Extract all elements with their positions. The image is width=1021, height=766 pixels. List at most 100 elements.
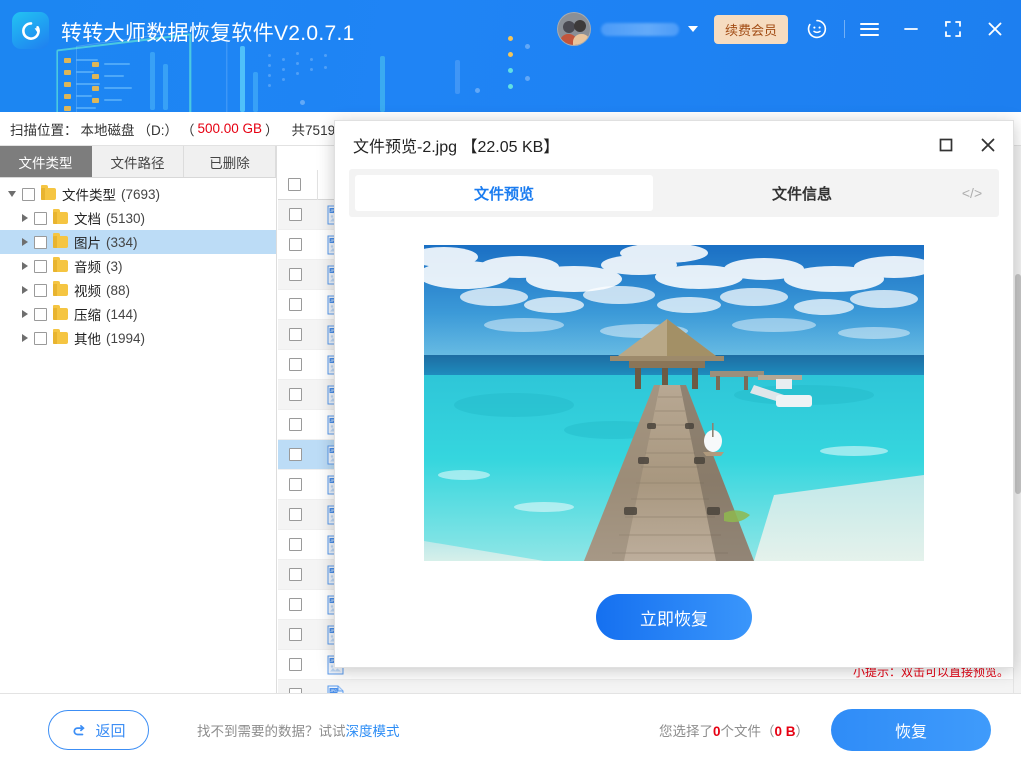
jpg-file-icon: JPG	[327, 685, 344, 694]
undo-arrow-icon	[71, 722, 88, 739]
tab-file-preview[interactable]: 文件预览	[355, 175, 653, 211]
deep-mode-link[interactable]: 深度模式	[346, 724, 400, 739]
avatar[interactable]	[557, 12, 591, 46]
row-checkbox-cell[interactable]	[278, 538, 318, 551]
tree-item-count: (334)	[106, 235, 138, 250]
tree-checkbox[interactable]	[34, 236, 47, 249]
chevron-down-icon[interactable]	[688, 26, 698, 32]
close-icon[interactable]	[977, 11, 1013, 47]
row-checkbox[interactable]	[289, 298, 302, 311]
file-list-scrollbar[interactable]	[1013, 146, 1021, 693]
row-checkbox-cell[interactable]	[278, 298, 318, 311]
tab-file-type[interactable]: 文件类型	[0, 146, 92, 177]
smiley-help-icon[interactable]	[806, 18, 828, 40]
folder-icon	[53, 308, 68, 320]
tree-item-label: 图片	[74, 232, 101, 252]
tab-deleted[interactable]: 已删除	[184, 146, 276, 177]
tree-item-images[interactable]: 图片 (334)	[0, 230, 276, 254]
row-checkbox-cell[interactable]	[278, 658, 318, 671]
row-checkbox-cell[interactable]	[278, 418, 318, 431]
row-checkbox[interactable]	[289, 448, 302, 461]
table-row[interactable]: JPG	[278, 680, 1013, 693]
tree-checkbox[interactable]	[34, 284, 47, 297]
chevron-right-icon[interactable]	[22, 334, 28, 342]
chevron-right-icon[interactable]	[22, 286, 28, 294]
tree-checkbox[interactable]	[34, 260, 47, 273]
modal-actions	[935, 134, 999, 156]
row-checkbox[interactable]	[289, 208, 302, 221]
renew-membership-button[interactable]: 续费会员	[714, 15, 788, 44]
row-checkbox-cell[interactable]	[278, 508, 318, 521]
code-view-icon[interactable]: </>	[951, 185, 993, 201]
row-checkbox[interactable]	[289, 568, 302, 581]
row-checkbox-cell[interactable]	[278, 568, 318, 581]
row-checkbox[interactable]	[289, 268, 302, 281]
back-button[interactable]: 返回	[48, 710, 149, 750]
username-field-redacted[interactable]	[601, 23, 679, 36]
tab-file-info[interactable]: 文件信息	[653, 175, 951, 211]
row-checkbox[interactable]	[289, 358, 302, 371]
row-checkbox[interactable]	[289, 388, 302, 401]
row-checkbox[interactable]	[289, 598, 302, 611]
recover-now-button[interactable]: 立即恢复	[596, 594, 752, 640]
row-checkbox-cell[interactable]	[278, 598, 318, 611]
paren-close: ）	[265, 119, 279, 139]
divider	[844, 20, 845, 38]
select-all-checkbox[interactable]	[288, 178, 301, 191]
row-icon-cell: JPG	[318, 685, 352, 694]
row-checkbox[interactable]	[289, 478, 302, 491]
tree-item-label: 其他	[74, 328, 101, 348]
tree-item-documents[interactable]: 文档 (5130)	[0, 206, 276, 230]
row-checkbox[interactable]	[289, 538, 302, 551]
chevron-right-icon[interactable]	[22, 262, 28, 270]
row-checkbox[interactable]	[289, 508, 302, 521]
chevron-right-icon[interactable]	[22, 238, 28, 246]
tree-item-count: (88)	[106, 283, 130, 298]
tree-checkbox[interactable]	[22, 188, 35, 201]
row-checkbox[interactable]	[289, 328, 302, 341]
row-checkbox-cell[interactable]	[278, 388, 318, 401]
modal-title: 文件预览-2.jpg 【22.05 KB】	[353, 133, 559, 157]
minimize-icon[interactable]	[893, 11, 929, 47]
select-all-cell[interactable]	[278, 170, 318, 200]
row-checkbox-cell[interactable]	[278, 448, 318, 461]
row-checkbox-cell[interactable]	[278, 268, 318, 281]
tree-item-file-type-root[interactable]: 文件类型 (7693)	[0, 182, 276, 206]
row-checkbox-cell[interactable]	[278, 478, 318, 491]
row-checkbox[interactable]	[289, 418, 302, 431]
scan-location-disk: 本地磁盘	[81, 119, 135, 139]
chevron-down-icon[interactable]	[8, 191, 16, 197]
app-title: 转转大师数据恢复软件V2.0.7.1	[61, 17, 355, 47]
tree-checkbox[interactable]	[34, 212, 47, 225]
tree-checkbox[interactable]	[34, 308, 47, 321]
tree-item-label: 音频	[74, 256, 101, 276]
tree-item-video[interactable]: 视频 (88)	[0, 278, 276, 302]
row-checkbox[interactable]	[289, 628, 302, 641]
folder-icon	[53, 260, 68, 272]
chevron-right-icon[interactable]	[22, 214, 28, 222]
tree-item-count: (5130)	[106, 211, 145, 226]
recover-button[interactable]: 恢复	[831, 709, 991, 751]
tree-item-audio[interactable]: 音频 (3)	[0, 254, 276, 278]
maximize-icon[interactable]	[935, 134, 957, 156]
maximize-icon[interactable]	[935, 11, 971, 47]
tree-item-count: (3)	[106, 259, 123, 274]
window-controls-group: 续费会员	[557, 0, 1021, 58]
tab-file-path[interactable]: 文件路径	[92, 146, 184, 177]
tree-item-other[interactable]: 其他 (1994)	[0, 326, 276, 350]
close-icon[interactable]	[977, 134, 999, 156]
tree-checkbox[interactable]	[34, 332, 47, 345]
tree-item-archive[interactable]: 压缩 (144)	[0, 302, 276, 326]
scrollbar-thumb[interactable]	[1015, 274, 1021, 494]
row-checkbox-cell[interactable]	[278, 208, 318, 221]
folder-icon	[53, 332, 68, 344]
row-checkbox-cell[interactable]	[278, 628, 318, 641]
row-checkbox[interactable]	[289, 238, 302, 251]
row-checkbox-cell[interactable]	[278, 238, 318, 251]
folder-icon	[53, 284, 68, 296]
hamburger-menu-icon[interactable]	[851, 11, 887, 47]
row-checkbox-cell[interactable]	[278, 358, 318, 371]
row-checkbox-cell[interactable]	[278, 328, 318, 341]
chevron-right-icon[interactable]	[22, 310, 28, 318]
row-checkbox[interactable]	[289, 658, 302, 671]
